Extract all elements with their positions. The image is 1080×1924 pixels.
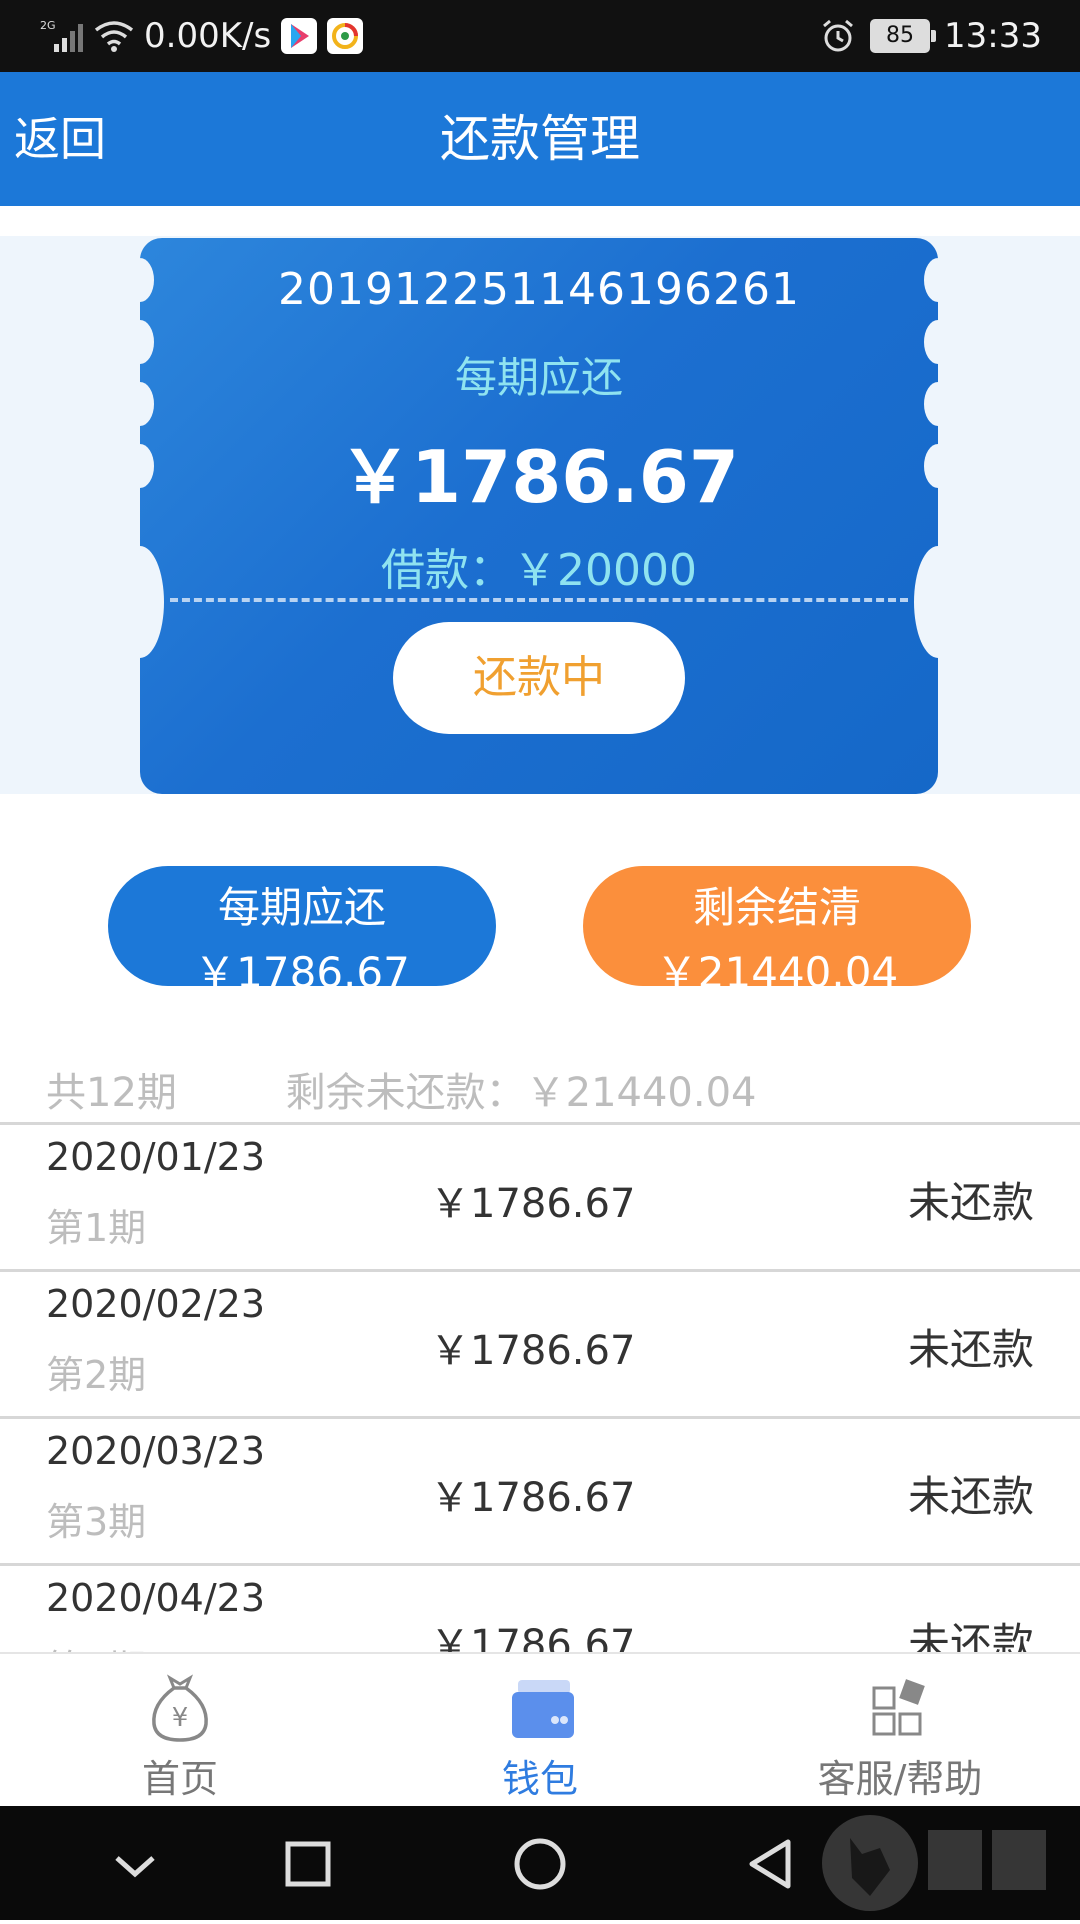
installment-amount: ￥1786.67: [430, 1181, 636, 1227]
tab-home[interactable]: ¥ 首页: [30, 1654, 330, 1808]
svg-text:¥: ¥: [172, 1703, 189, 1733]
installment-amount: ￥1786.67: [430, 1328, 636, 1374]
per-period-button-label: 每期应还: [217, 883, 386, 932]
wifi-icon: [94, 18, 134, 54]
installment-period: 第2期: [46, 1353, 147, 1397]
youku-app-icon: [281, 18, 318, 54]
installment-row[interactable]: 2020/02/23 第2期 ￥1786.67 未还款: [0, 1272, 1080, 1419]
payoff-button[interactable]: 剩余结清 ￥21440.04: [583, 866, 971, 997]
per-period-button-value: ￥1786.67: [194, 948, 410, 997]
installment-status: 未还款: [907, 1178, 1034, 1227]
installment-period: 第1期: [46, 1206, 147, 1250]
status-bar-left: 2G 0.00K/s: [40, 0, 364, 72]
installment-date: 2020/03/23: [46, 1429, 266, 1473]
nav-home-button[interactable]: [490, 1806, 590, 1920]
payoff-button-label: 剩余结清: [692, 883, 861, 932]
installment-status: 未还款: [907, 1325, 1034, 1374]
bottom-tab-bar: ¥ 首页 钱包 客服/帮助: [0, 1652, 1080, 1808]
remaining-unpaid: 剩余未还款：￥21440.04: [285, 1070, 757, 1116]
watermark-logo: [810, 1808, 1070, 1918]
battery-indicator: 85: [870, 19, 937, 53]
app-notification-icon: [327, 18, 364, 54]
grid-apps-icon: [750, 1670, 1050, 1746]
circle-icon: [514, 1838, 566, 1890]
installment-date: 2020/02/23: [46, 1282, 266, 1326]
status-bar-right: 85 13:33: [820, 0, 1042, 72]
installment-row[interactable]: 2020/03/23 第3期 ￥1786.67 未还款: [0, 1419, 1080, 1566]
installment-status: 未还款: [907, 1472, 1034, 1521]
installment-amount: ￥1786.67: [430, 1475, 636, 1521]
installment-row[interactable]: 2020/04/23 第4期 ￥1786.67 未还款: [0, 1566, 1080, 1652]
nav-back-button[interactable]: [722, 1806, 822, 1920]
triangle-back-icon: [749, 1839, 791, 1889]
loan-ticket-card: 201912251146196261 每期应还 ￥1786.67 借款：￥200…: [140, 238, 938, 794]
per-period-repay-button[interactable]: 每期应还 ￥1786.67: [108, 866, 496, 997]
installment-amount: ￥1786.67: [430, 1622, 636, 1652]
chevron-down-icon: [115, 1856, 155, 1878]
tab-home-label: 首页: [141, 1757, 218, 1801]
installment-date: 2020/01/23: [46, 1135, 266, 1179]
svg-text:2G: 2G: [40, 19, 56, 32]
installment-period: 第4期: [46, 1638, 146, 1652]
app-header: 返回 还款管理: [0, 72, 1080, 206]
dashed-divider: [170, 598, 908, 602]
per-period-label: 每期应还: [454, 353, 623, 402]
network-speed: 0.00K/s: [144, 16, 272, 56]
per-period-amount: ￥1786.67: [339, 435, 739, 519]
order-number: 201912251146196261: [278, 264, 800, 315]
tab-support-label: 客服/帮助: [817, 1757, 983, 1801]
tab-support[interactable]: 客服/帮助: [750, 1654, 1050, 1808]
nav-recents-button[interactable]: [258, 1806, 358, 1920]
installment-period: 第3期: [46, 1500, 147, 1544]
tab-wallet-label: 钱包: [501, 1757, 578, 1801]
installment-row[interactable]: 2020/01/23 第1期 ￥1786.67 未还款: [0, 1125, 1080, 1272]
installment-date: 2020/04/23: [46, 1576, 266, 1620]
total-periods: 共12期: [46, 1070, 177, 1116]
installment-list[interactable]: 2020/01/23 第1期 ￥1786.67 未还款 2020/02/23 第…: [0, 1125, 1080, 1652]
payoff-button-value: ￥21440.04: [655, 948, 899, 997]
repayment-status-badge[interactable]: 还款中: [393, 622, 685, 734]
clock: 13:33: [944, 16, 1042, 56]
tab-wallet[interactable]: 钱包: [390, 1654, 690, 1808]
signal-icon: 2G: [40, 18, 84, 54]
money-bag-icon: ¥: [30, 1670, 330, 1746]
square-icon: [285, 1841, 331, 1887]
wallet-icon: [390, 1670, 690, 1746]
alarm-icon: [820, 18, 856, 54]
status-bar: 2G 0.00K/s 85 13:33: [0, 0, 1080, 72]
repayment-summary: 共12期 剩余未还款：￥21440.04: [46, 1060, 756, 1118]
loan-amount: 借款：￥20000: [381, 545, 697, 596]
page-title: 还款管理: [440, 110, 640, 168]
installment-status: 未还款: [907, 1619, 1034, 1652]
nav-collapse-button[interactable]: [85, 1806, 185, 1920]
